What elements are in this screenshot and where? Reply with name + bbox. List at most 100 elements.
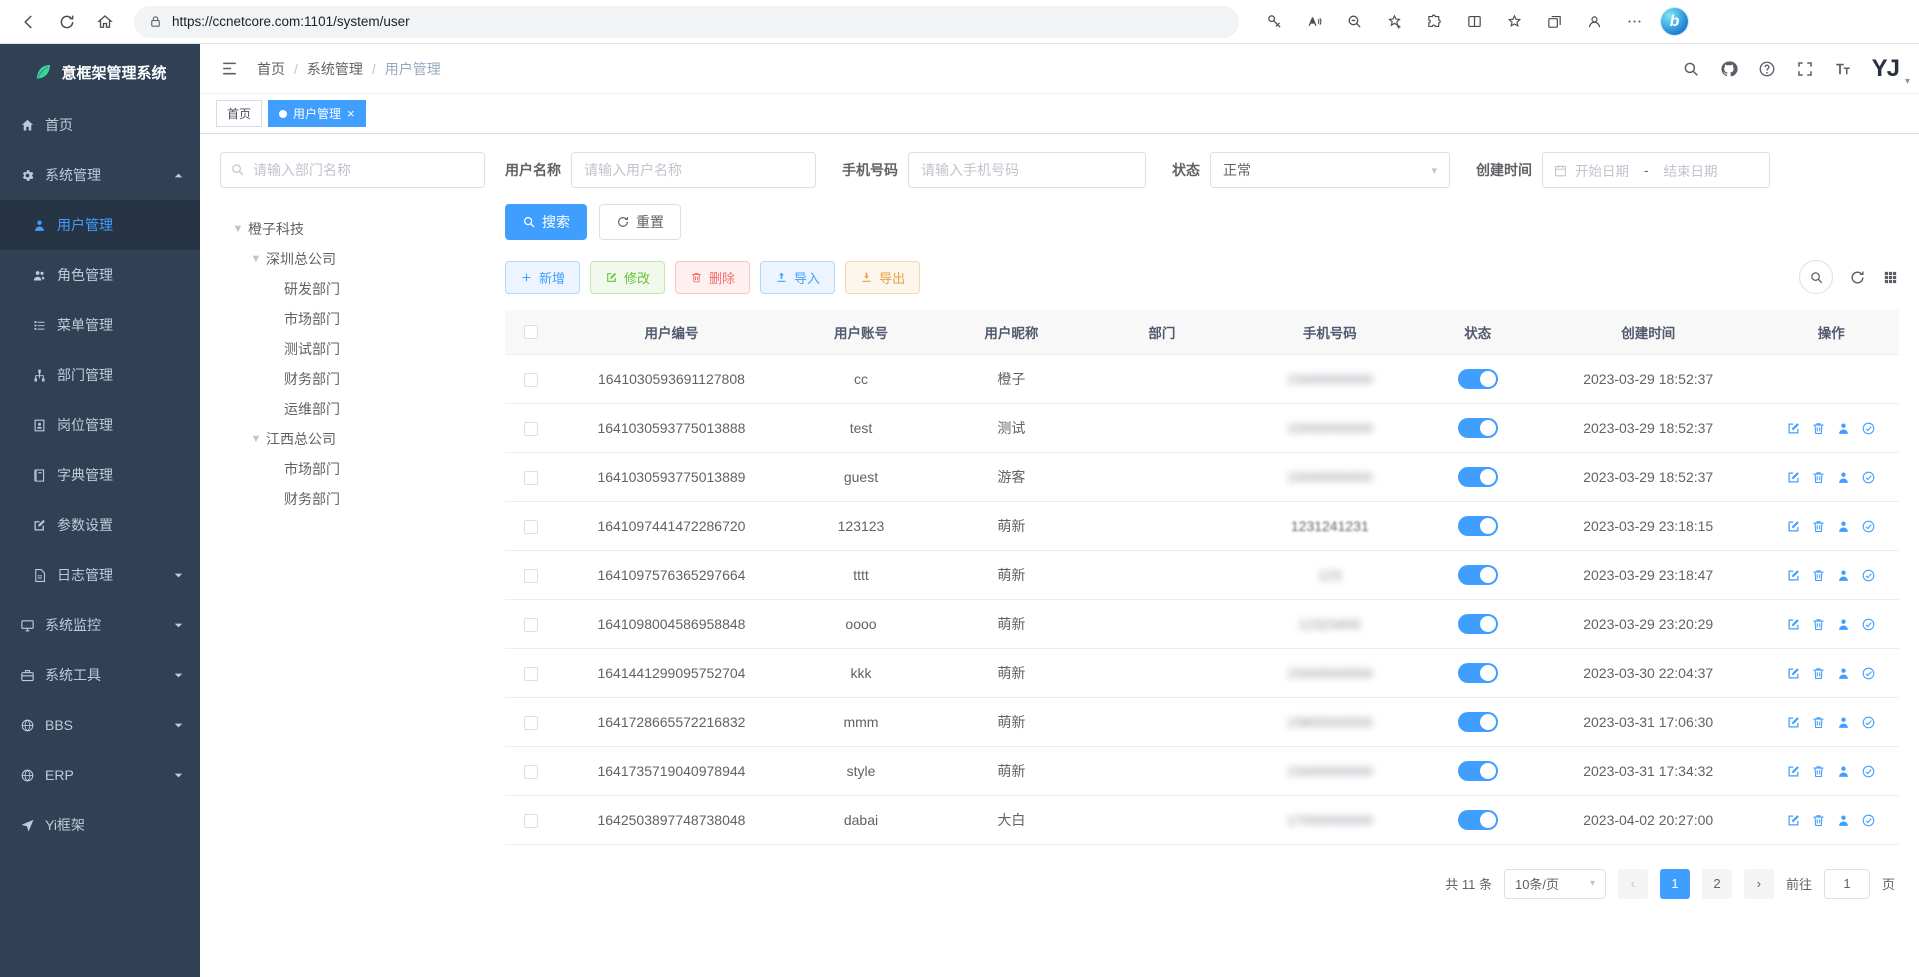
tree-expand-icon[interactable]: ▼ <box>246 253 266 265</box>
favorites-button[interactable] <box>1497 6 1531 38</box>
sidebar-item-role-mgmt[interactable]: 角色管理 <box>0 250 200 300</box>
github-icon[interactable] <box>1720 60 1738 78</box>
status-select[interactable]: 正常 ▾ <box>1210 152 1450 188</box>
assign-role-icon[interactable] <box>1861 715 1876 730</box>
bing-chat-button[interactable]: b <box>1661 8 1688 35</box>
reset-password-icon[interactable] <box>1836 470 1851 485</box>
assign-role-icon[interactable] <box>1861 519 1876 534</box>
tree-node[interactable]: 财务部门 <box>220 364 485 394</box>
page-size-select[interactable]: 10条/页▾ <box>1504 869 1606 899</box>
close-tab-icon[interactable]: × <box>347 107 355 120</box>
browser-profile-button[interactable] <box>1577 6 1611 38</box>
row-checkbox[interactable] <box>524 814 538 828</box>
delete-button[interactable]: 删除 <box>675 261 750 294</box>
department-search-input[interactable] <box>220 152 485 188</box>
delete-user-icon[interactable] <box>1811 470 1826 485</box>
extensions-button[interactable] <box>1417 6 1451 38</box>
edit-user-icon[interactable] <box>1786 666 1801 681</box>
zoom-out-button[interactable] <box>1337 6 1371 38</box>
reset-password-icon[interactable] <box>1836 519 1851 534</box>
breadcrumb-item[interactable]: 系统管理 <box>307 59 363 79</box>
row-checkbox[interactable] <box>524 569 538 583</box>
header-search-icon[interactable] <box>1682 60 1700 78</box>
add-button[interactable]: 新增 <box>505 261 580 294</box>
read-aloud-button[interactable] <box>1297 6 1331 38</box>
date-range-picker[interactable]: 开始日期 - 结束日期 <box>1542 152 1770 188</box>
delete-user-icon[interactable] <box>1811 519 1826 534</box>
search-button[interactable]: 搜索 <box>505 204 587 240</box>
delete-user-icon[interactable] <box>1811 764 1826 779</box>
status-toggle[interactable] <box>1458 565 1498 585</box>
tree-node[interactable]: 测试部门 <box>220 334 485 364</box>
select-all-checkbox[interactable] <box>524 325 538 339</box>
tree-node[interactable]: 研发部门 <box>220 274 485 304</box>
user-avatar[interactable]: YJ▾ <box>1872 57 1899 81</box>
edit-user-icon[interactable] <box>1786 421 1801 436</box>
assign-role-icon[interactable] <box>1861 568 1876 583</box>
tree-node[interactable]: 市场部门 <box>220 304 485 334</box>
font-size-icon[interactable] <box>1834 60 1852 78</box>
sidebar-item-log-mgmt[interactable]: 日志管理 <box>0 550 200 600</box>
sidebar-item-dict-mgmt[interactable]: 字典管理 <box>0 450 200 500</box>
tree-expand-icon[interactable]: ▼ <box>228 223 248 235</box>
collections-button[interactable] <box>1537 6 1571 38</box>
sidebar-item-param-settings[interactable]: 参数设置 <box>0 500 200 550</box>
edit-user-icon[interactable] <box>1786 813 1801 828</box>
edit-user-icon[interactable] <box>1786 470 1801 485</box>
assign-role-icon[interactable] <box>1861 617 1876 632</box>
tab-user-mgmt[interactable]: 用户管理× <box>268 100 366 127</box>
reset-password-icon[interactable] <box>1836 421 1851 436</box>
tab-home[interactable]: 首页 <box>216 100 262 127</box>
tree-node[interactable]: 财务部门 <box>220 484 485 514</box>
status-toggle[interactable] <box>1458 467 1498 487</box>
page-button-1[interactable]: 1 <box>1660 869 1690 899</box>
import-button[interactable]: 导入 <box>760 261 835 294</box>
tree-node[interactable]: ▼深圳总公司 <box>220 244 485 274</box>
sidebar-item-dept-mgmt[interactable]: 部门管理 <box>0 350 200 400</box>
edit-user-icon[interactable] <box>1786 519 1801 534</box>
status-toggle[interactable] <box>1458 810 1498 830</box>
status-toggle[interactable] <box>1458 663 1498 683</box>
reset-password-icon[interactable] <box>1836 813 1851 828</box>
status-toggle[interactable] <box>1458 761 1498 781</box>
sidebar-item-menu-mgmt[interactable]: 菜单管理 <box>0 300 200 350</box>
row-checkbox[interactable] <box>524 765 538 779</box>
reset-password-icon[interactable] <box>1836 764 1851 779</box>
sidebar-item-yi-framework[interactable]: Yi框架 <box>0 800 200 850</box>
sidebar-item-post-mgmt[interactable]: 岗位管理 <box>0 400 200 450</box>
page-button-2[interactable]: 2 <box>1702 869 1732 899</box>
browser-back-button[interactable] <box>12 6 46 38</box>
reset-button[interactable]: 重置 <box>599 204 681 240</box>
tree-expand-icon[interactable]: ▼ <box>246 433 266 445</box>
row-checkbox[interactable] <box>524 520 538 534</box>
tree-node[interactable]: 运维部门 <box>220 394 485 424</box>
sidebar-item-user-mgmt[interactable]: 用户管理 <box>0 200 200 250</box>
username-input[interactable] <box>571 152 816 188</box>
help-icon[interactable] <box>1758 60 1776 78</box>
export-button[interactable]: 导出 <box>845 261 920 294</box>
address-bar[interactable]: https://ccnetcore.com:1101/system/user <box>134 6 1239 38</box>
delete-user-icon[interactable] <box>1811 617 1826 632</box>
assign-role-icon[interactable] <box>1861 666 1876 681</box>
edit-user-icon[interactable] <box>1786 568 1801 583</box>
prev-page-button[interactable]: ‹ <box>1618 869 1648 899</box>
add-favorite-button[interactable] <box>1377 6 1411 38</box>
delete-user-icon[interactable] <box>1811 568 1826 583</box>
edit-user-icon[interactable] <box>1786 764 1801 779</box>
phone-input[interactable] <box>908 152 1146 188</box>
goto-page-input[interactable] <box>1824 869 1870 899</box>
status-toggle[interactable] <box>1458 418 1498 438</box>
sidebar-item-system-tools[interactable]: 系统工具 <box>0 650 200 700</box>
tree-node[interactable]: 市场部门 <box>220 454 485 484</box>
delete-user-icon[interactable] <box>1811 421 1826 436</box>
split-screen-button[interactable] <box>1457 6 1491 38</box>
table-search-toggle-button[interactable] <box>1799 260 1833 294</box>
assign-role-icon[interactable] <box>1861 813 1876 828</box>
browser-reload-button[interactable] <box>50 6 84 38</box>
tree-node[interactable]: ▼橙子科技 <box>220 214 485 244</box>
browser-home-button[interactable] <box>88 6 122 38</box>
sidebar-item-bbs[interactable]: BBS <box>0 700 200 750</box>
assign-role-icon[interactable] <box>1861 764 1876 779</box>
fullscreen-icon[interactable] <box>1796 60 1814 78</box>
collapse-sidebar-button[interactable] <box>220 59 239 78</box>
